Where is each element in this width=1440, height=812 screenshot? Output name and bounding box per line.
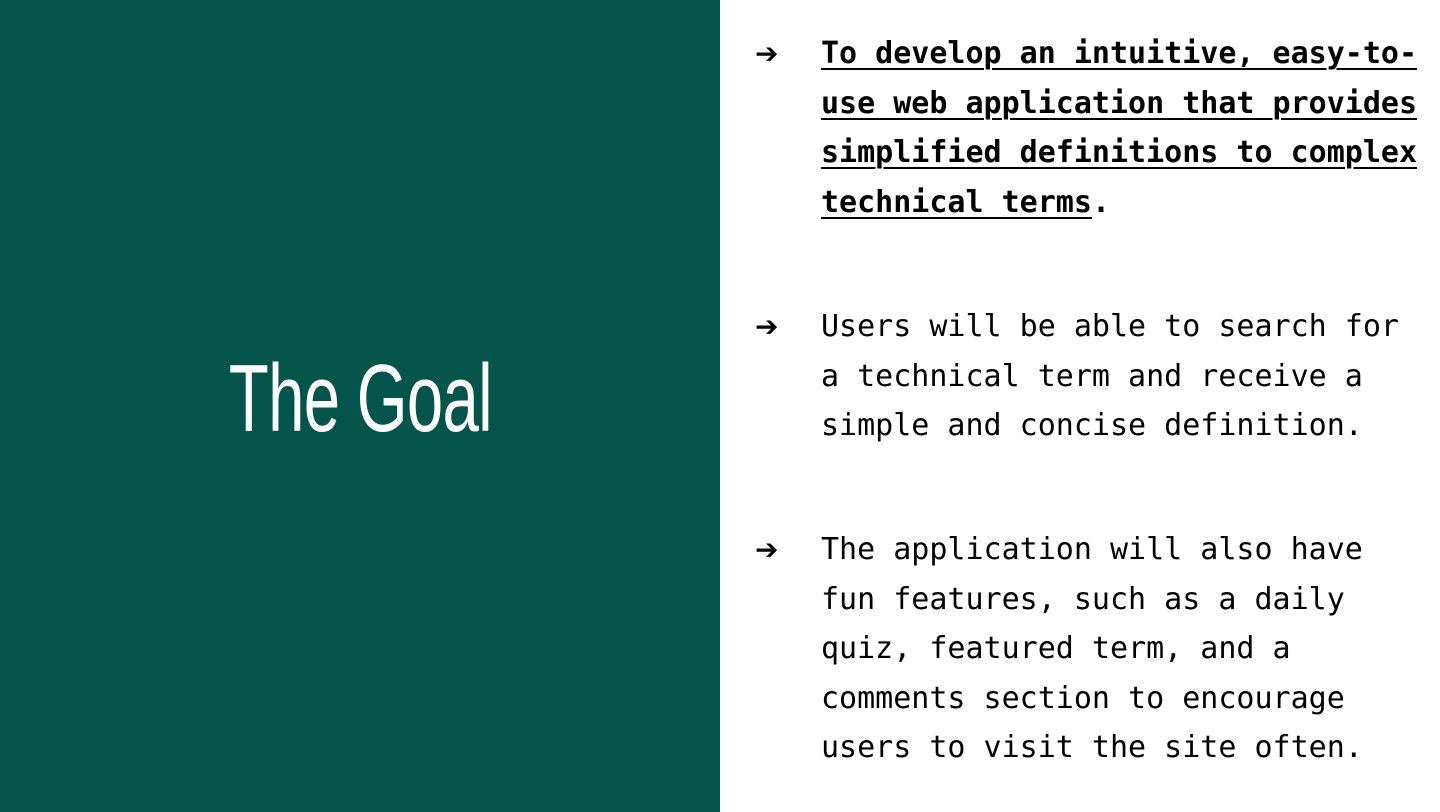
search-bullet-text: Users will be able to search for a techn… <box>821 309 1399 443</box>
goal-underlined-text: To develop an intuitive, easy-to-use web… <box>821 36 1418 220</box>
search-bullet: ➔ Users will be able to search for a tec… <box>755 302 1421 451</box>
slide: The Goal ➔ To develop an intuitive, easy… <box>0 0 1440 812</box>
arrow-right-icon: ➔ <box>755 37 779 70</box>
features-bullet: ➔ The application will also have fun fea… <box>755 525 1421 773</box>
slide-title: The Goal <box>228 345 492 452</box>
content-panel: ➔ To develop an intuitive, easy-to-use w… <box>720 0 1440 812</box>
title-panel: The Goal <box>0 0 720 812</box>
goal-bullet: ➔ To develop an intuitive, easy-to-use w… <box>755 29 1421 227</box>
features-bullet-text: The application will also have fun featu… <box>821 532 1363 765</box>
arrow-right-icon: ➔ <box>755 533 779 566</box>
goal-bullet-text: To develop an intuitive, easy-to-use web… <box>821 29 1421 227</box>
arrow-right-icon: ➔ <box>755 310 779 343</box>
goal-trailing-punctuation: . <box>1091 184 1110 220</box>
